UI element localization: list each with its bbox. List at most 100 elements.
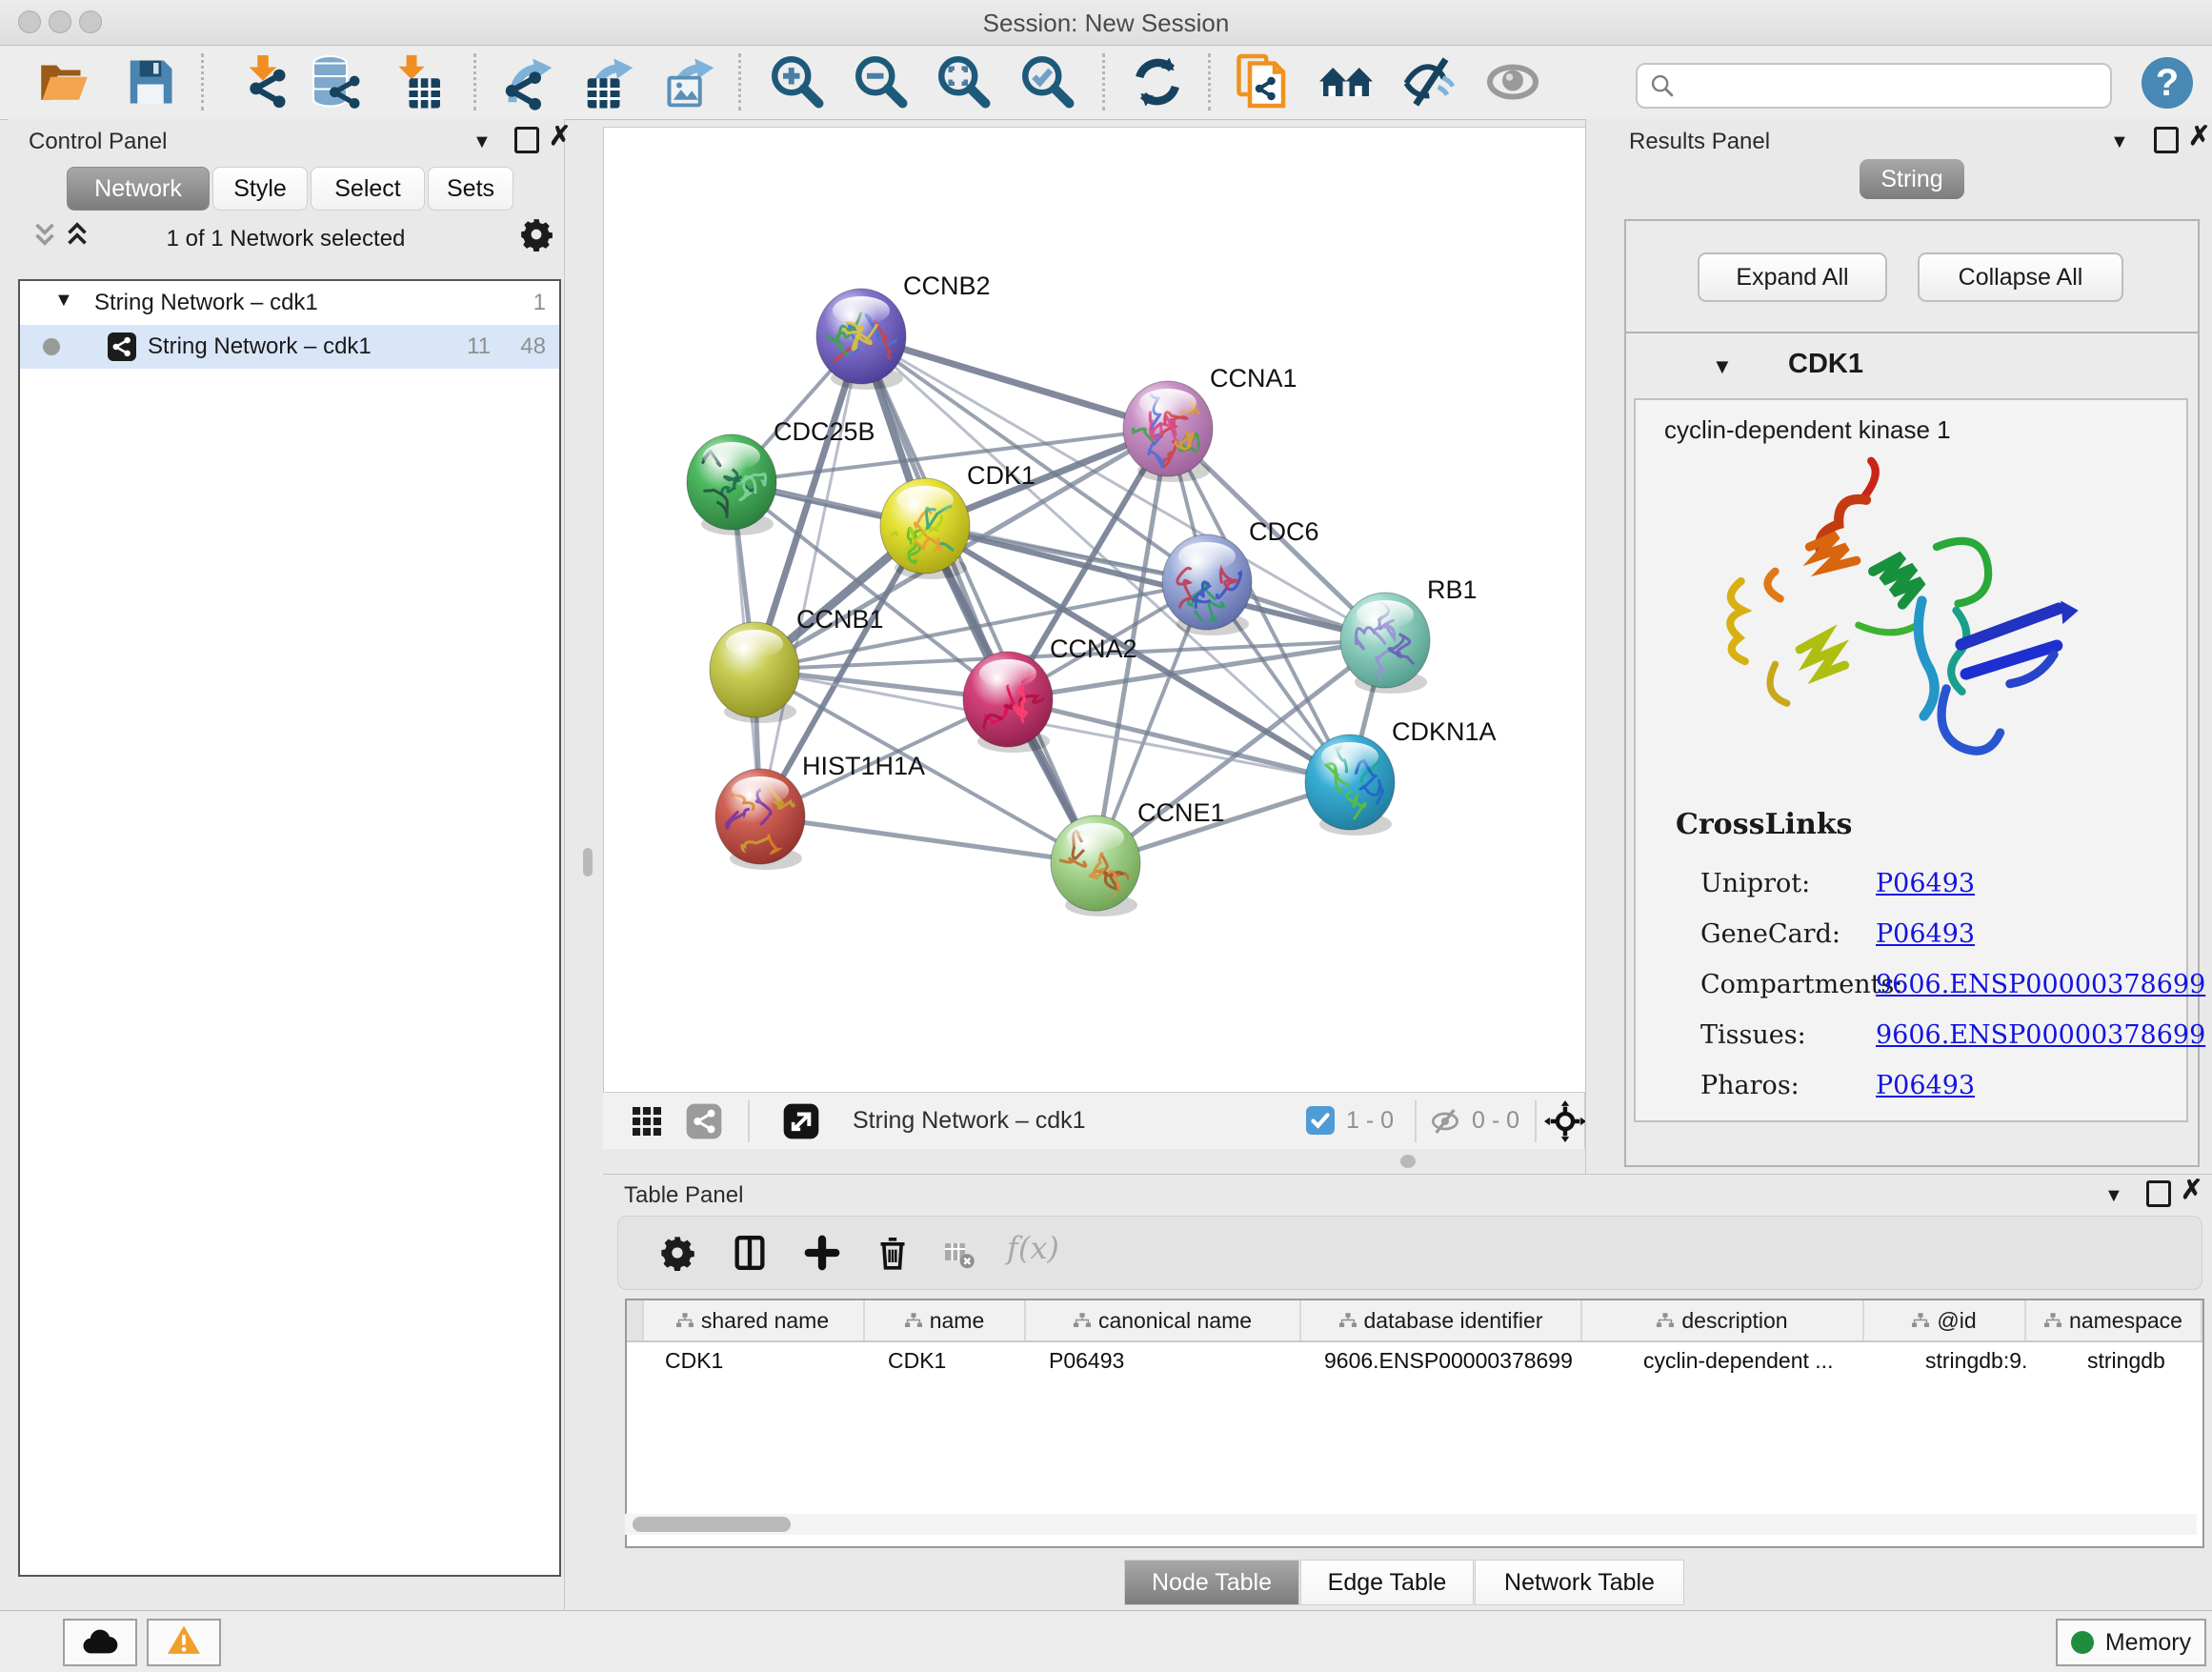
- memory-button[interactable]: Memory: [2056, 1619, 2206, 1666]
- save-session-icon[interactable]: [122, 53, 179, 111]
- import-database-icon[interactable]: [309, 53, 366, 111]
- zoom-fit-icon[interactable]: [935, 53, 993, 111]
- column-header--id[interactable]: @id: [1864, 1300, 2026, 1340]
- network-share-view-icon[interactable]: [685, 1102, 723, 1140]
- node-RB1[interactable]: RB1: [1340, 575, 1478, 699]
- node-CCNB2[interactable]: CCNB2: [816, 272, 991, 390]
- table-cell[interactable]: 9606.ENSP00000378699: [1324, 1348, 1582, 1374]
- control-panel-menu-icon[interactable]: ▼: [473, 131, 492, 153]
- network-collection-row[interactable]: ▼ String Network – cdk1 1: [20, 281, 559, 325]
- crosslink-value-link[interactable]: P06493: [1876, 1071, 1975, 1100]
- table-cell[interactable]: CDK1: [888, 1348, 1026, 1374]
- collapse-triangle-icon[interactable]: ▼: [54, 290, 73, 312]
- tab-select[interactable]: Select: [311, 167, 425, 211]
- cloud-status-button[interactable]: [63, 1619, 137, 1666]
- network-row-label: String Network – cdk1: [148, 333, 372, 360]
- tab-node-table[interactable]: Node Table: [1124, 1560, 1299, 1605]
- selected-checkbox-icon[interactable]: [1306, 1106, 1335, 1135]
- column-header-shared-name[interactable]: shared name: [642, 1300, 865, 1340]
- refresh-layout-icon[interactable]: [1129, 53, 1186, 111]
- import-network-icon[interactable]: [235, 53, 292, 111]
- edge-CCNB2-CCNE1[interactable]: [861, 336, 1096, 863]
- crosslink-value-link[interactable]: 9606.ENSP00000378699: [1876, 970, 2205, 999]
- entry-collapse-triangle-icon[interactable]: ▼: [1712, 354, 1733, 379]
- tab-edge-table[interactable]: Edge Table: [1300, 1560, 1474, 1605]
- tab-network[interactable]: Network: [67, 167, 210, 211]
- table-panel-close-icon[interactable]: ✗: [2181, 1178, 2202, 1201]
- crosslink-value-link[interactable]: P06493: [1876, 919, 1975, 949]
- table-cell[interactable]: P06493: [1049, 1348, 1301, 1374]
- table-panel-menu-icon[interactable]: ▼: [2104, 1184, 2123, 1207]
- column-header-description[interactable]: description: [1582, 1300, 1864, 1340]
- table-cell[interactable]: stringdb:9...: [1925, 1348, 2026, 1374]
- crosshair-icon[interactable]: [1544, 1100, 1586, 1142]
- export-image-icon[interactable]: [660, 53, 717, 111]
- tab-network-table[interactable]: Network Table: [1475, 1560, 1684, 1605]
- entry-description: cyclin-dependent kinase 1: [1664, 415, 1951, 445]
- results-panel-menu-icon[interactable]: ▼: [2110, 131, 2129, 153]
- column-header-name[interactable]: name: [865, 1300, 1026, 1340]
- crosslink-value-link[interactable]: P06493: [1876, 869, 1975, 898]
- horizontal-splitter-handle[interactable]: [1400, 1155, 1416, 1168]
- zoom-out-icon[interactable]: [853, 53, 910, 111]
- memory-status-dot: [2071, 1631, 2094, 1654]
- svg-text:CDKN1A: CDKN1A: [1392, 717, 1497, 746]
- gear-icon[interactable]: [518, 216, 554, 257]
- edge-CCNB2-CCNA1[interactable]: [861, 336, 1168, 429]
- column-header-canonical-name[interactable]: canonical name: [1026, 1300, 1301, 1340]
- add-column-icon[interactable]: [803, 1234, 841, 1272]
- edge-HIST1H1A-CCNE1[interactable]: [760, 816, 1096, 863]
- open-view-icon[interactable]: [782, 1102, 820, 1140]
- network-list: ▼ String Network – cdk1 1 String Network…: [18, 279, 561, 1577]
- left-splitter-handle[interactable]: [583, 848, 593, 876]
- column-header-database-identifier[interactable]: database identifier: [1301, 1300, 1582, 1340]
- zoom-in-icon[interactable]: [769, 53, 826, 111]
- show-all-icon[interactable]: [1484, 53, 1541, 111]
- tab-string[interactable]: String: [1860, 159, 1964, 199]
- zoom-selected-icon[interactable]: [1019, 53, 1076, 111]
- table-horizontal-scrollbar[interactable]: [625, 1514, 2197, 1535]
- columns-icon[interactable]: [731, 1234, 769, 1272]
- column-header-namespace[interactable]: namespace: [2026, 1300, 2202, 1340]
- collapse-all-button[interactable]: Collapse All: [1918, 252, 2123, 302]
- node-CCNE1[interactable]: CCNE1: [1030, 798, 1225, 917]
- hide-selected-icon[interactable]: [1400, 53, 1458, 111]
- grid-view-icon[interactable]: [630, 1104, 664, 1138]
- edge-CCNB2-HIST1H1A[interactable]: [760, 336, 861, 816]
- string-document-icon[interactable]: [1234, 53, 1291, 111]
- network-canvas[interactable]: CCNB2CCNA1CDC25BCDK1CDC6RB1CCNB1CCNA2CDK…: [603, 127, 1586, 1093]
- tab-sets[interactable]: Sets: [428, 167, 513, 211]
- table-cell[interactable]: stringdb: [2087, 1348, 2202, 1374]
- export-network-icon[interactable]: [498, 53, 555, 111]
- crosslink-value-link[interactable]: 9606.ENSP00000378699: [1876, 1020, 2205, 1050]
- export-table-icon[interactable]: [579, 53, 636, 111]
- table-cell[interactable]: cyclin-dependent ...: [1643, 1348, 1864, 1374]
- scrollbar-thumb[interactable]: [633, 1517, 791, 1532]
- node-CDK1[interactable]: CDK1: [880, 461, 1036, 585]
- delete-table-icon: [942, 1238, 976, 1272]
- svg-text:HIST1H1A: HIST1H1A: [802, 752, 925, 780]
- crosslink-label: Tissues:: [1700, 1020, 1806, 1050]
- expand-all-button[interactable]: Expand All: [1698, 252, 1887, 302]
- results-panel-float-icon[interactable]: [2154, 127, 2179, 153]
- control-panel-float-icon[interactable]: [514, 127, 539, 153]
- import-table-icon[interactable]: [388, 53, 445, 111]
- node-CDKN1A[interactable]: CDKN1A: [1305, 717, 1497, 836]
- table-panel-float-icon[interactable]: [2146, 1180, 2171, 1207]
- results-panel-close-icon[interactable]: ✗: [2188, 125, 2210, 148]
- search-input[interactable]: [1681, 67, 2104, 103]
- delete-column-icon[interactable]: [874, 1234, 912, 1272]
- node-CCNA1[interactable]: CCNA1: [1123, 364, 1297, 482]
- network-row[interactable]: String Network – cdk1 11 48: [20, 325, 559, 369]
- help-button[interactable]: ?: [2142, 57, 2193, 109]
- warning-status-button[interactable]: [147, 1619, 221, 1666]
- gear-icon[interactable]: [658, 1234, 696, 1272]
- hidden-eye-icon: [1428, 1106, 1462, 1137]
- node-HIST1H1A[interactable]: HIST1H1A: [715, 752, 925, 870]
- tab-style[interactable]: Style: [212, 167, 308, 211]
- table-cell[interactable]: CDK1: [665, 1348, 865, 1374]
- control-panel-close-icon[interactable]: ✗: [549, 125, 571, 148]
- control-panel-title: Control Panel: [29, 129, 167, 155]
- open-file-icon[interactable]: [35, 53, 92, 111]
- string-homes-icon[interactable]: [1317, 53, 1375, 111]
